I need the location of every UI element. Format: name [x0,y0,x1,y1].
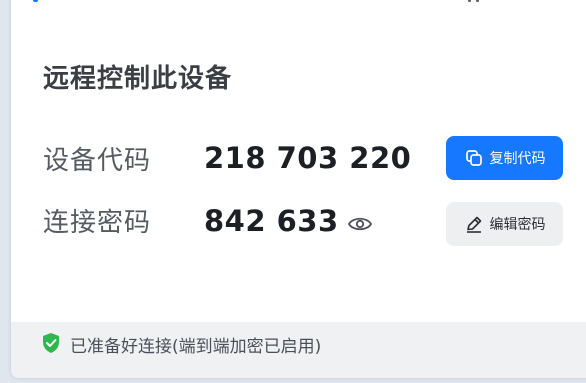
status-bar: 已准备好连接(端到端加密已启用) [11,322,586,378]
panel-title: 远程控制此设备 [43,64,233,94]
device-code-label: 设备代码 [43,146,152,176]
status-text: 已准备好连接(端到端加密已启用) [70,337,322,357]
remote-control-panel: 远程控制此设备 设备代码 218 703 220 复制代码 连接密码 842 6… [11,0,586,378]
edit-password-button[interactable]: 编辑密码 [446,202,563,246]
password-label: 连接密码 [43,208,152,238]
edit-password-button-label: 编辑密码 [489,217,546,233]
device-code-value: 218 703 220 [204,141,412,175]
eye-icon[interactable] [347,215,373,233]
window-controls-fragment[interactable] [466,0,486,2]
pencil-icon [466,216,481,233]
copy-code-button-label: 复制代码 [489,151,546,167]
copy-icon [465,150,482,166]
copy-code-button[interactable]: 复制代码 [446,136,563,180]
top-accent-mark [33,0,38,2]
shield-check-icon [43,333,59,353]
password-value: 842 633 [204,204,339,238]
